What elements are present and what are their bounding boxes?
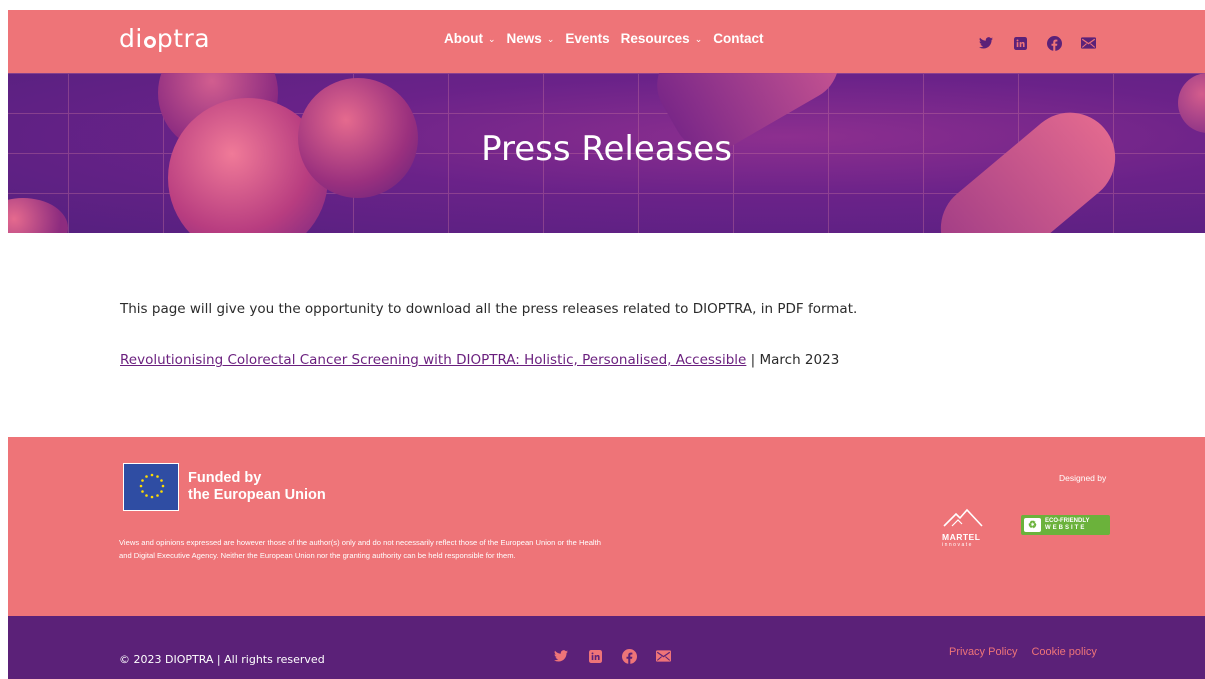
press-release-date: | March 2023 xyxy=(746,352,840,368)
martel-logo[interactable]: MARTEL innovate xyxy=(942,508,984,548)
nav-label-contact: Contact xyxy=(713,31,764,46)
linkedin-icon[interactable] xyxy=(585,646,605,666)
page: di ptra About ⌄ News ⌄ Events Resources … xyxy=(8,10,1205,679)
eco-line-2: WEBSITE xyxy=(1045,525,1087,531)
legal-links: Privacy Policy Cookie policy xyxy=(949,646,1097,658)
eu-funding-text: Funded by the European Union xyxy=(188,470,326,504)
eu-disclaimer: Views and opinions expressed are however… xyxy=(119,538,601,560)
logo-text-end: ptra xyxy=(156,24,211,53)
press-release-item: Revolutionising Colorectal Cancer Screen… xyxy=(120,352,839,368)
nav-label-events: Events xyxy=(565,31,610,46)
chevron-down-icon: ⌄ xyxy=(546,34,555,44)
privacy-policy-link[interactable]: Privacy Policy xyxy=(949,646,1017,658)
logo-dot-icon xyxy=(143,35,156,48)
designed-by-label: Designed by xyxy=(1059,473,1107,483)
intro-text: This page will give you the opportunity … xyxy=(120,301,858,317)
martel-logo-text: MARTEL xyxy=(942,532,981,542)
cookie-policy-link[interactable]: Cookie policy xyxy=(1031,646,1096,658)
facebook-icon[interactable] xyxy=(619,646,639,666)
logo-text-start: di xyxy=(119,24,143,53)
nav-item-events[interactable]: Events xyxy=(565,31,609,46)
page-title: Press Releases xyxy=(481,129,732,169)
twitter-icon[interactable] xyxy=(976,33,996,53)
nav-item-resources[interactable]: Resources ⌄ xyxy=(621,31,703,46)
chevron-down-icon: ⌄ xyxy=(694,34,703,44)
copyright-text: © 2023 DIOPTRA | All rights reserved xyxy=(119,653,325,666)
eco-friendly-badge[interactable]: ♻ ECO-FRIENDLY WEBSITE xyxy=(1021,515,1110,535)
twitter-icon[interactable] xyxy=(551,646,571,666)
footer-social-links xyxy=(551,646,673,666)
nav-label-resources: Resources xyxy=(620,31,690,46)
eu-funding-line-1: Funded by xyxy=(188,470,262,486)
logo[interactable]: di ptra xyxy=(119,24,210,53)
chevron-down-icon: ⌄ xyxy=(487,34,496,44)
press-release-link[interactable]: Revolutionising Colorectal Cancer Screen… xyxy=(120,352,746,368)
nav-label-news: News xyxy=(506,31,542,46)
eco-line-1: ECO-FRIENDLY xyxy=(1045,518,1090,524)
email-icon[interactable] xyxy=(653,646,673,666)
bottom-bar: © 2023 DIOPTRA | All rights reserved Pri… xyxy=(8,616,1205,679)
nav-item-news[interactable]: News ⌄ xyxy=(507,31,555,46)
recycle-icon: ♻ xyxy=(1024,518,1041,532)
email-icon[interactable] xyxy=(1078,33,1098,53)
eco-friendly-text: ECO-FRIENDLY WEBSITE xyxy=(1045,518,1089,532)
header-social-links xyxy=(976,33,1098,53)
linkedin-icon[interactable] xyxy=(1010,33,1030,53)
hero-banner: Press Releases xyxy=(8,73,1205,233)
nav-item-about[interactable]: About ⌄ xyxy=(444,31,496,46)
eu-flag-icon xyxy=(123,463,179,511)
martel-logo-subtext: innovate xyxy=(942,542,973,548)
site-footer: Funded by the European Union Views and o… xyxy=(8,437,1205,616)
eu-funding-line-2: the European Union xyxy=(188,487,326,503)
nav-item-contact[interactable]: Contact xyxy=(713,31,763,46)
facebook-icon[interactable] xyxy=(1044,33,1064,53)
site-header: di ptra About ⌄ News ⌄ Events Resources … xyxy=(8,10,1205,73)
nav-label-about: About xyxy=(444,31,483,46)
eu-funding-badge: Funded by the European Union xyxy=(123,463,326,511)
main-nav: About ⌄ News ⌄ Events Resources ⌄ Contac… xyxy=(444,31,763,46)
